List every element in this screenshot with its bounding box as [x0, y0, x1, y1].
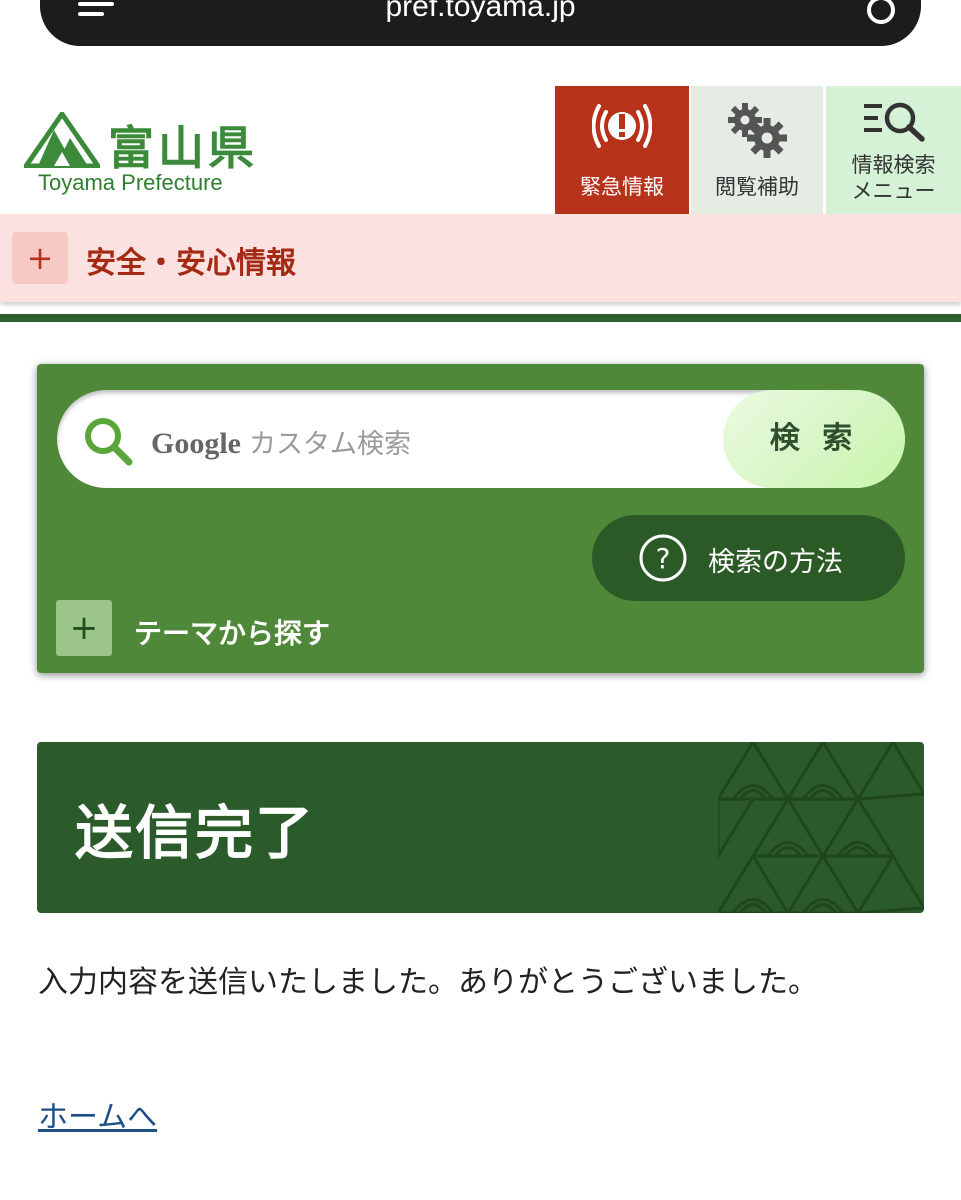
search-menu-icon	[864, 102, 925, 142]
logo-subtitle: Toyama Prefecture	[38, 170, 223, 195]
search-panel: Google カスタム検索 検 索 ? 検索の方法 + テーマから探す	[37, 364, 924, 673]
theme-plus-icon[interactable]: +	[56, 600, 112, 656]
mountain-pattern-decoration	[718, 742, 924, 913]
svg-text:?: ?	[656, 542, 671, 575]
search-input[interactable]: Google カスタム検索 検 索	[57, 390, 905, 488]
search-placeholder-text: カスタム検索	[249, 429, 411, 460]
page-title-banner: 送信完了	[37, 742, 924, 913]
search-button[interactable]: 検 索	[723, 390, 905, 488]
emergency-info-button[interactable]: 緊急情報	[555, 86, 689, 214]
search-menu-label: 情報検索 メニュー	[826, 152, 961, 204]
search-menu-button[interactable]: 情報検索 メニュー	[826, 86, 961, 214]
header-divider	[0, 314, 961, 322]
url-text[interactable]: pref.toyama.jp	[40, 0, 921, 22]
search-menu-label-line1: 情報検索	[851, 153, 936, 177]
question-icon: ?	[639, 534, 687, 582]
search-menu-label-line2: メニュー	[851, 179, 936, 203]
safety-info-label[interactable]: 安全・安心情報	[86, 238, 296, 282]
search-placeholder: Google カスタム検索	[151, 422, 411, 461]
logo-kanji: 富山県	[108, 121, 258, 175]
accessibility-button[interactable]: 閲覧補助	[691, 86, 823, 214]
home-link[interactable]: ホームへ	[38, 1092, 157, 1136]
page-title: 送信完了	[75, 799, 316, 867]
alert-icon	[592, 104, 652, 148]
site-logo[interactable]: 富山県 Toyama Prefecture	[24, 108, 284, 198]
google-brand: Google	[151, 427, 241, 460]
accessibility-label: 閲覧補助	[715, 175, 799, 199]
mountain-logo-icon	[24, 112, 100, 168]
search-help-label: 検索の方法	[708, 547, 843, 578]
safety-info-bar[interactable]: + 安全・安心情報	[0, 214, 961, 302]
confirmation-message: 入力内容を送信いたしました。ありがとうございました。	[38, 965, 818, 1000]
search-help-button[interactable]: ? 検索の方法	[592, 515, 905, 601]
browser-address-bar[interactable]: pref.toyama.jp	[40, 0, 921, 46]
site-header: 富山県 Toyama Prefecture 緊急情報 閲覧補助 情報検索 メニュ…	[0, 86, 961, 214]
plus-icon[interactable]: +	[12, 232, 68, 284]
search-icon	[85, 418, 133, 466]
theme-search-label[interactable]: テーマから探す	[134, 612, 330, 652]
emergency-label: 緊急情報	[580, 175, 664, 199]
gears-icon	[728, 103, 787, 158]
